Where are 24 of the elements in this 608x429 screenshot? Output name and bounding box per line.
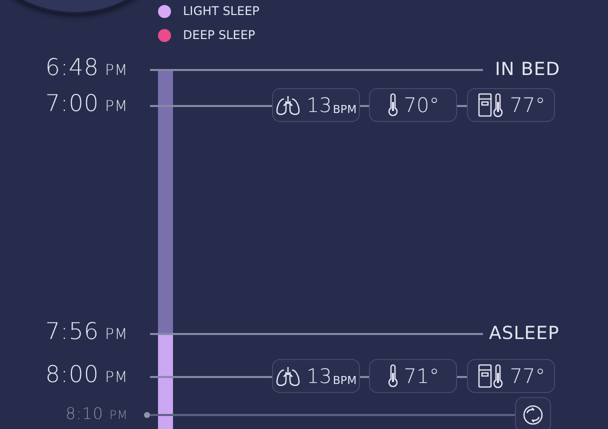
time-label: 6:48 PM [45, 55, 128, 81]
bed-thermometer-icon [476, 363, 505, 389]
thermometer-icon [386, 93, 399, 117]
legend-label: DEEP SLEEP [183, 28, 256, 42]
event-label: IN BED [495, 59, 560, 80]
timeline-dot [144, 412, 150, 418]
lungs-icon [275, 365, 302, 387]
reading-chip: 13 BPM [272, 359, 360, 393]
legend-label: LIGHT SLEEP [183, 4, 260, 18]
refresh-icon [521, 404, 545, 426]
time-label: 7:56 PM [45, 319, 128, 345]
lungs-icon [275, 94, 302, 116]
reading-chip: 77° [467, 88, 555, 122]
time-label: 8:10 PM [65, 404, 128, 423]
reading-chip: 70° [369, 88, 457, 122]
refresh-button[interactable] [515, 397, 551, 429]
reading-chip: 71° [369, 359, 457, 393]
bed-thermometer-icon [476, 92, 505, 118]
reading-chip: 77° [467, 359, 555, 393]
reading-chip: 13 BPM [272, 88, 360, 122]
event-label: ASLEEP [489, 323, 560, 344]
thermometer-icon [386, 364, 399, 388]
time-label: 8:00 PM [45, 362, 128, 388]
time-label: 7:00 PM [45, 91, 128, 117]
